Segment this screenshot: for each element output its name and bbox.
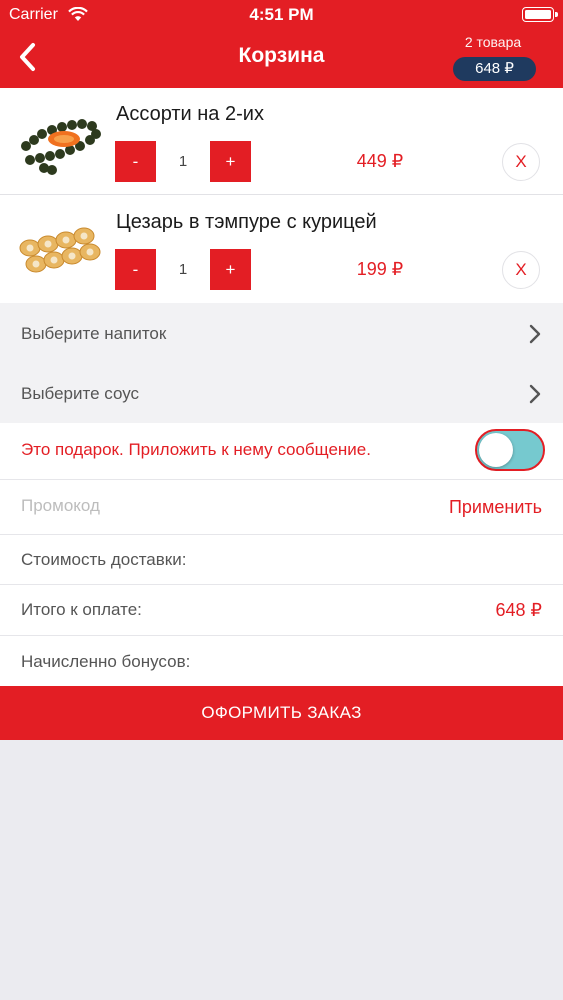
bonus-label: Начисленно бонусов: — [21, 652, 191, 671]
gift-label: Это подарок. Приложить к нему сообщение. — [21, 440, 371, 459]
cart-item: Цезарь в тэмпуре с курицей - 1 + 199 ₽ X — [0, 196, 563, 303]
quantity-value: 1 — [156, 249, 210, 290]
select-sauce-label: Выберите соус — [21, 384, 140, 403]
item-name: Ассорти на 2-их — [116, 103, 264, 125]
product-image-caesar — [19, 227, 101, 273]
cart-count: 2 товара — [464, 34, 522, 50]
bonus-row: Начисленно бонусов: — [0, 636, 563, 686]
quantity-stepper: - 1 + — [115, 141, 252, 182]
quantity-stepper: - 1 + — [115, 249, 252, 290]
total-row: Итого к оплате: 648 ₽ — [0, 585, 563, 636]
cart-items: Ассорти на 2-их - 1 + 449 ₽ X Цезарь в т… — [0, 88, 563, 303]
chevron-right-icon — [529, 384, 541, 404]
promo-code-input[interactable] — [21, 496, 321, 516]
delivery-label: Стоимость доставки: — [21, 550, 187, 569]
nav-header: Carrier 4:51 PM Корзина 2 товара 648 ₽ — [0, 0, 563, 88]
promo-row: Применить — [0, 480, 563, 535]
item-price: 199 ₽ — [356, 259, 404, 279]
chevron-right-icon — [529, 324, 541, 344]
order-form: Это подарок. Приложить к нему сообщение.… — [0, 423, 563, 686]
remove-item-button[interactable]: X — [502, 251, 540, 289]
product-image-assorti — [21, 119, 101, 175]
select-drink-label: Выберите напиток — [21, 324, 167, 343]
checkout-button[interactable]: ОФОРМИТЬ ЗАКАЗ — [0, 686, 563, 740]
gift-row: Это подарок. Приложить к нему сообщение. — [0, 423, 563, 480]
clock: 4:51 PM — [249, 5, 314, 24]
total-value: 648 ₽ — [495, 600, 543, 620]
toggle-knob — [479, 433, 513, 467]
increase-quantity-button[interactable]: + — [210, 141, 251, 182]
quantity-value: 1 — [156, 141, 210, 182]
apply-promo-button[interactable]: Применить — [449, 497, 542, 518]
cart-item: Ассорти на 2-их - 1 + 449 ₽ X — [0, 88, 563, 195]
battery-icon — [522, 7, 558, 22]
select-drink-row[interactable]: Выберите напиток — [0, 303, 563, 363]
select-sauce-row[interactable]: Выберите соус — [0, 363, 563, 423]
increase-quantity-button[interactable]: + — [210, 249, 251, 290]
total-label: Итого к оплате: — [21, 600, 142, 619]
status-bar: Carrier 4:51 PM — [0, 0, 563, 30]
delivery-row: Стоимость доставки: — [0, 535, 563, 585]
item-name: Цезарь в тэмпуре с курицей — [116, 211, 377, 233]
remove-item-button[interactable]: X — [502, 143, 540, 181]
item-price: 449 ₽ — [356, 151, 404, 171]
cart-total-badge[interactable]: 648 ₽ — [453, 57, 536, 81]
decrease-quantity-button[interactable]: - — [115, 141, 156, 182]
gift-toggle[interactable] — [475, 429, 545, 471]
decrease-quantity-button[interactable]: - — [115, 249, 156, 290]
